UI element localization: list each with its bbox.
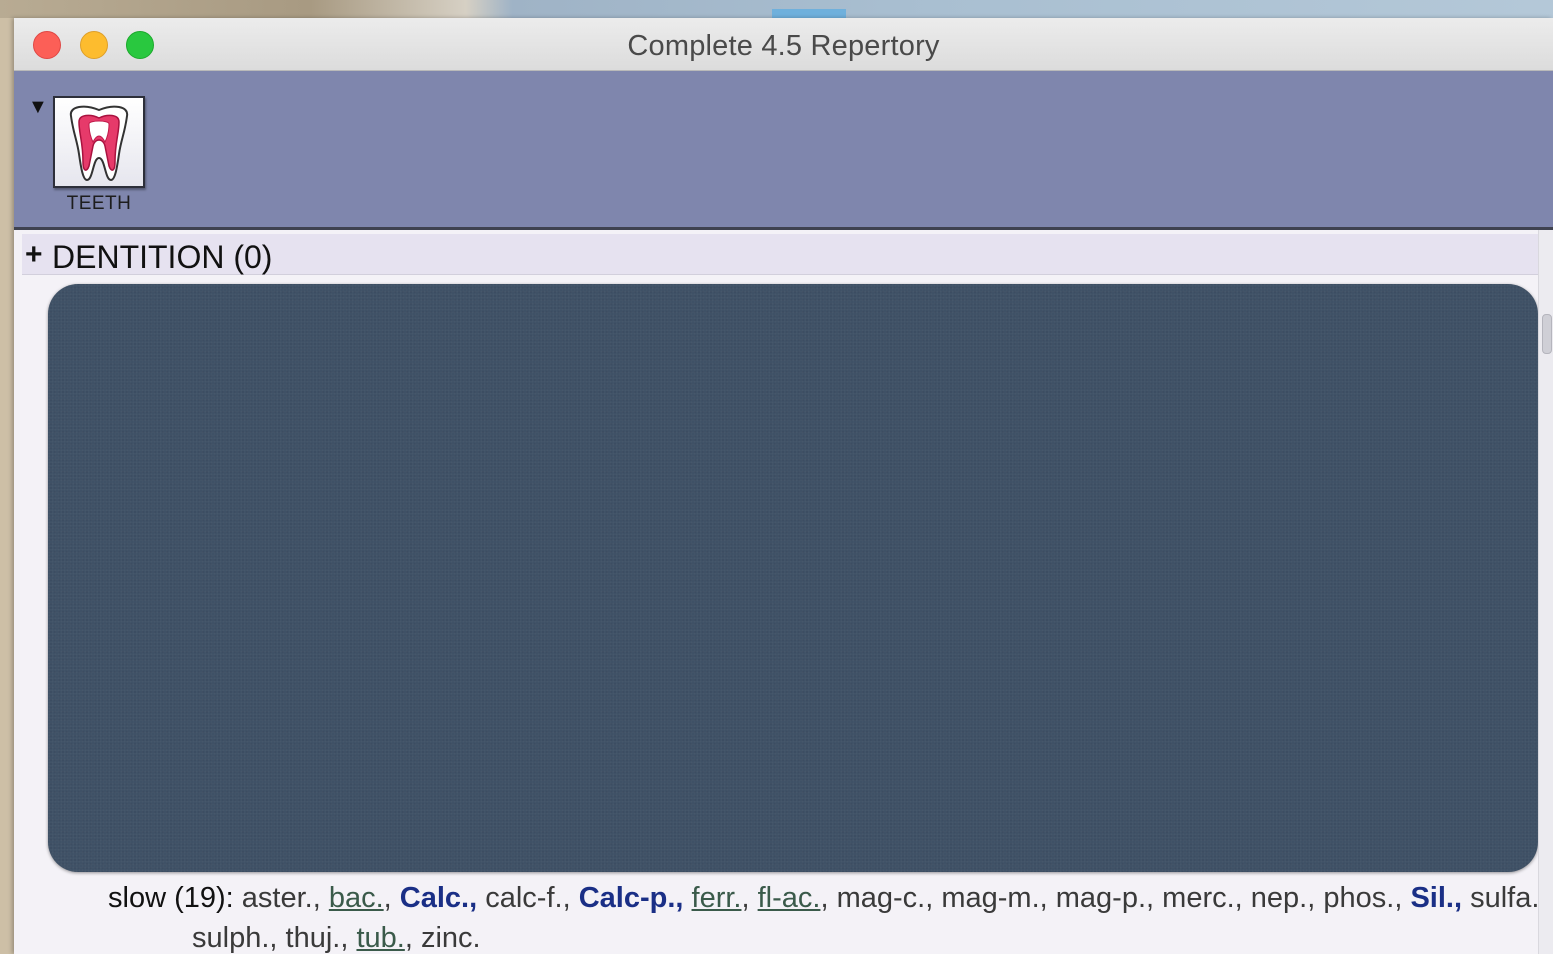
teeth-chapter-label: TEETH xyxy=(66,193,132,214)
remedy-item[interactable]: nep. xyxy=(1251,882,1307,914)
subrubric-name[interactable]: slow (19): xyxy=(108,882,242,914)
remedy-item[interactable]: phos. xyxy=(1323,882,1394,914)
chapter-toolbar: ▼ TEETH xyxy=(14,71,1553,230)
vertical-scrollbar[interactable] xyxy=(1538,230,1553,954)
remedy-item[interactable]: sulph. xyxy=(192,922,269,954)
obscuring-overlay xyxy=(48,284,1538,872)
app-window: Complete 4.5 Repertory ▼ TEETH + DENTITI… xyxy=(14,18,1553,954)
remedy-item[interactable]: calc-f. xyxy=(485,882,562,914)
window-title: Complete 4.5 Repertory xyxy=(627,30,940,62)
tooth-icon xyxy=(69,105,129,182)
remedy-item[interactable]: aster. xyxy=(242,882,313,914)
scrollbar-thumb[interactable] xyxy=(1542,314,1552,354)
remedy-item[interactable]: bac. xyxy=(329,882,384,914)
remedy-item[interactable]: ferr. xyxy=(692,882,742,914)
subrubric-slow[interactable]: slow (19): aster., bac., Calc., calc-f.,… xyxy=(108,878,1553,954)
remedy-item[interactable]: merc. xyxy=(1162,882,1235,914)
remedy-item[interactable]: mag-c. xyxy=(837,882,926,914)
repertory-content: + DENTITION (0) difficult (GENERALITIES … xyxy=(14,230,1553,954)
remedy-item[interactable]: thuj. xyxy=(286,922,341,954)
remedy-item[interactable]: mag-m. xyxy=(941,882,1039,914)
title-bar[interactable]: Complete 4.5 Repertory xyxy=(14,18,1553,71)
remedy-list: aster., bac., Calc., calc-f., Calc-p., f… xyxy=(192,882,1547,954)
rubric-row-dentition[interactable]: + DENTITION (0) xyxy=(22,234,1538,275)
disclosure-triangle-icon[interactable]: ▼ xyxy=(28,97,48,117)
desktop-background xyxy=(0,0,1553,18)
rubric-title[interactable]: DENTITION (0) xyxy=(52,239,272,276)
desktop-accent xyxy=(772,9,846,18)
expand-rubric-button[interactable]: + xyxy=(25,238,43,272)
remedy-item[interactable]: mag-p. xyxy=(1056,882,1146,914)
remedy-item[interactable]: zinc. xyxy=(421,922,481,954)
remedy-item[interactable]: fl-ac. xyxy=(758,882,821,914)
teeth-chapter-button[interactable] xyxy=(53,96,145,188)
remedy-item[interactable]: Sil. xyxy=(1410,882,1454,914)
remedy-item[interactable]: Calc. xyxy=(400,882,469,914)
remedy-item[interactable]: Calc-p. xyxy=(579,882,676,914)
remedy-item[interactable]: tub. xyxy=(356,922,404,954)
remedy-item[interactable]: sulfa. xyxy=(1470,882,1539,914)
